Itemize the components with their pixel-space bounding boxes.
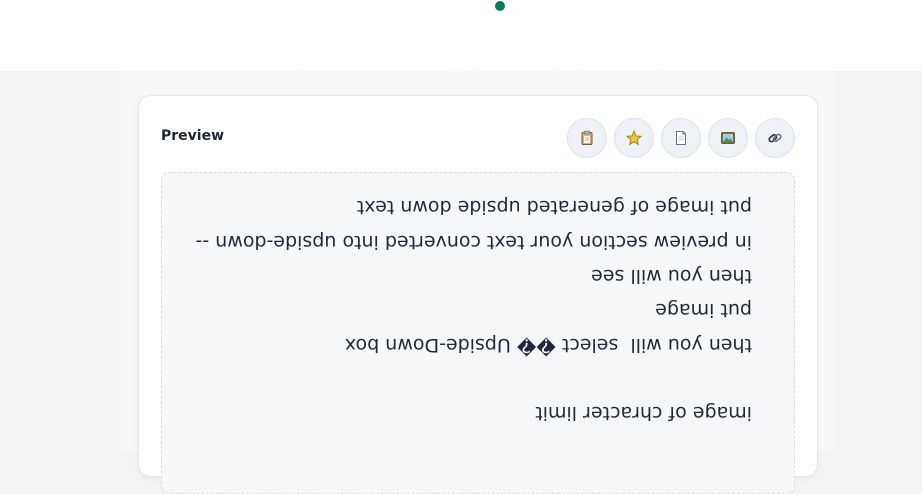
output-line: put image of generated upside down text	[356, 196, 752, 218]
status-dot	[495, 1, 505, 11]
output-line: in preview section your text converted i…	[195, 231, 752, 253]
document-icon	[676, 131, 686, 145]
upside-down-output[interactable]: put image of generated upside down text …	[161, 172, 795, 494]
preview-toolbar	[567, 118, 795, 158]
copy-button[interactable]	[567, 118, 607, 158]
output-line: put image	[655, 299, 752, 321]
output-line: image of chracter limit	[535, 402, 752, 424]
link-button[interactable]	[755, 118, 795, 158]
top-header-band	[0, 0, 922, 71]
link-icon	[768, 133, 782, 143]
favorite-button[interactable]	[614, 118, 654, 158]
text-button[interactable]	[661, 118, 701, 158]
output-line: then you will select �� Upside-Down box	[344, 334, 752, 356]
output-line: then you will see	[591, 265, 752, 287]
star-icon	[626, 130, 642, 146]
image-icon	[721, 132, 735, 144]
clipboard-icon	[581, 130, 593, 145]
preview-title: Preview	[161, 128, 225, 144]
image-button[interactable]	[708, 118, 748, 158]
preview-card: Preview put image of generated upside do…	[138, 95, 818, 494]
